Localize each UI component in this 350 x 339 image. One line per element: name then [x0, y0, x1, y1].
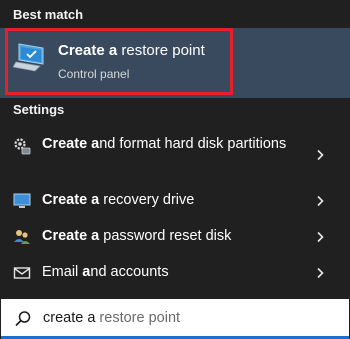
monitor-icon — [13, 193, 31, 208]
settings-item-label: Create and format hard disk partitions — [42, 136, 287, 152]
settings-item-password-reset-disk[interactable]: Create a password reset disk — [0, 226, 350, 248]
search-icon — [15, 311, 31, 327]
best-match-title: Create a restore point — [58, 42, 205, 59]
settings-item-format-hard-disk[interactable]: Create and format hard disk partitions — [0, 134, 350, 176]
chevron-right-icon — [317, 267, 324, 279]
search-query: create a restore point — [43, 310, 181, 326]
settings-item-email-accounts[interactable]: Email and accounts — [0, 262, 350, 284]
settings-item-label: Email and accounts — [42, 264, 169, 280]
search-results-panel: Best match Create a restore point Contro… — [0, 0, 350, 339]
chevron-right-icon — [317, 231, 324, 243]
settings-item-recovery-drive[interactable]: Create a recovery drive — [0, 190, 350, 212]
chevron-right-icon — [317, 195, 324, 207]
settings-item-label: Create a password reset disk — [42, 228, 232, 244]
best-match-subtitle: Control panel — [58, 67, 130, 81]
settings-item-label: Create a recovery drive — [42, 192, 195, 208]
chevron-right-icon — [317, 149, 324, 161]
settings-label: Settings — [13, 102, 65, 117]
best-match-item[interactable] — [0, 28, 350, 98]
restore-point-computer-icon — [13, 43, 44, 72]
search-input[interactable]: create a restore point — [1, 299, 349, 339]
users-icon — [14, 230, 30, 244]
mail-icon — [13, 267, 31, 279]
best-match-label: Best match — [13, 7, 84, 22]
gear-disk-icon — [14, 138, 31, 155]
